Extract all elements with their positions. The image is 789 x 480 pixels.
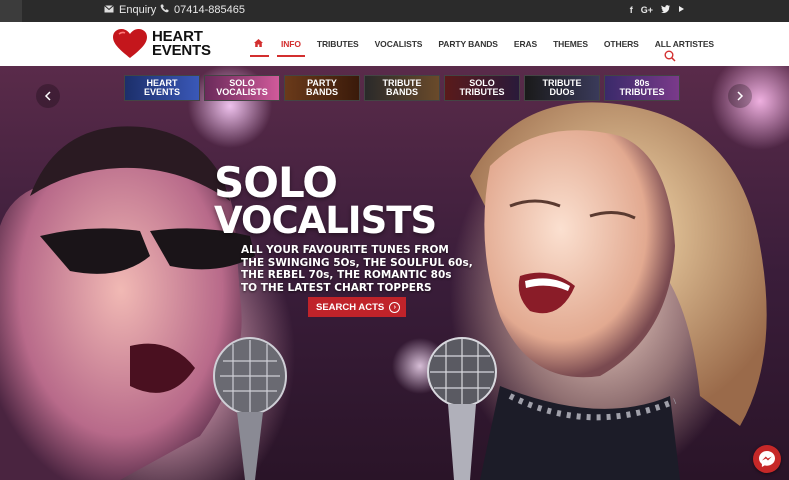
chevron-right-icon <box>737 91 744 101</box>
menu-themes[interactable]: THEMES <box>545 34 596 55</box>
hero-title-line-2: VOCALISTS <box>214 199 437 242</box>
heart-events-logo[interactable]: HEART EVENTS <box>112 28 211 60</box>
logo-line-2: EVENTS <box>152 42 211 59</box>
google-plus-icon[interactable]: G+ <box>641 5 653 15</box>
thumb-solo-vocalists[interactable]: SOLO VOCALISTS <box>204 75 280 101</box>
slider-next-button[interactable] <box>728 84 752 108</box>
thumb-tribute-duos[interactable]: TRIBUTE DUOs <box>524 75 600 101</box>
facebook-icon[interactable]: f <box>630 5 633 15</box>
messenger-icon <box>759 451 775 467</box>
menu-others[interactable]: OTHERS <box>596 34 647 55</box>
hero-tagline: ALL YOUR FAVOURITE TUNES FROM THE SWINGI… <box>241 244 473 294</box>
hero-banner: HEART EVENTS SOLO VOCALISTS PARTY BANDS TRI… <box>0 66 789 480</box>
search-acts-button[interactable]: SEARCH ACTS › <box>308 297 407 317</box>
home-icon <box>254 39 263 47</box>
enquiry-link[interactable]: Enquiry <box>104 4 156 16</box>
thumb-heart-events[interactable]: HEART EVENTS <box>124 75 200 101</box>
microphone-left-image <box>213 337 287 480</box>
thumb-80s-tributes[interactable]: 80s TRIBUTES <box>604 75 680 101</box>
phone-icon <box>160 4 169 16</box>
thumb-party-bands[interactable]: PARTY BANDS <box>284 75 360 101</box>
menu-info[interactable]: INFO <box>273 34 309 57</box>
menu-home[interactable] <box>246 34 273 57</box>
search-icon[interactable] <box>664 49 676 67</box>
category-thumbnail-strip: HEART EVENTS SOLO VOCALISTS PARTY BANDS TRI… <box>124 75 680 101</box>
microphone-right-image <box>427 337 497 480</box>
menu-vocalists[interactable]: VOCALISTS <box>367 34 431 55</box>
menu-party-bands[interactable]: PARTY BANDS <box>430 34 506 55</box>
youtube-icon[interactable] <box>678 5 685 15</box>
social-links: f G+ <box>630 5 685 15</box>
top-bar: Enquiry 07414-885465 f G+ <box>0 0 789 22</box>
messenger-chat-button[interactable] <box>753 445 781 473</box>
search-acts-label: SEARCH ACTS <box>316 301 385 313</box>
main-menu: INFO TRIBUTES VOCALISTS PARTY BANDS ERAS… <box>246 34 722 57</box>
thumb-solo-tributes[interactable]: SOLO TRIBUTES <box>444 75 520 101</box>
chevron-left-icon <box>44 91 51 101</box>
menu-all-artistes[interactable]: ALL ARTISTES <box>647 34 722 55</box>
main-navbar: HEART EVENTS INFO TRIBUTES VOCALISTS PAR… <box>0 22 789 67</box>
menu-tributes[interactable]: TRIBUTES <box>309 34 367 55</box>
twitter-icon[interactable] <box>661 5 670 15</box>
heart-logo-icon <box>113 29 147 58</box>
slider-prev-button[interactable] <box>36 84 60 108</box>
thumb-tribute-bands[interactable]: TRIBUTE BANDS <box>364 75 440 101</box>
corner-tab <box>0 0 22 22</box>
envelope-icon <box>104 4 114 16</box>
phone-number: 07414-885465 <box>174 4 245 16</box>
arrow-circle-icon: › <box>389 301 401 313</box>
phone-link[interactable]: 07414-885465 <box>160 4 245 16</box>
enquiry-label: Enquiry <box>119 4 157 16</box>
menu-eras[interactable]: ERAS <box>506 34 545 55</box>
